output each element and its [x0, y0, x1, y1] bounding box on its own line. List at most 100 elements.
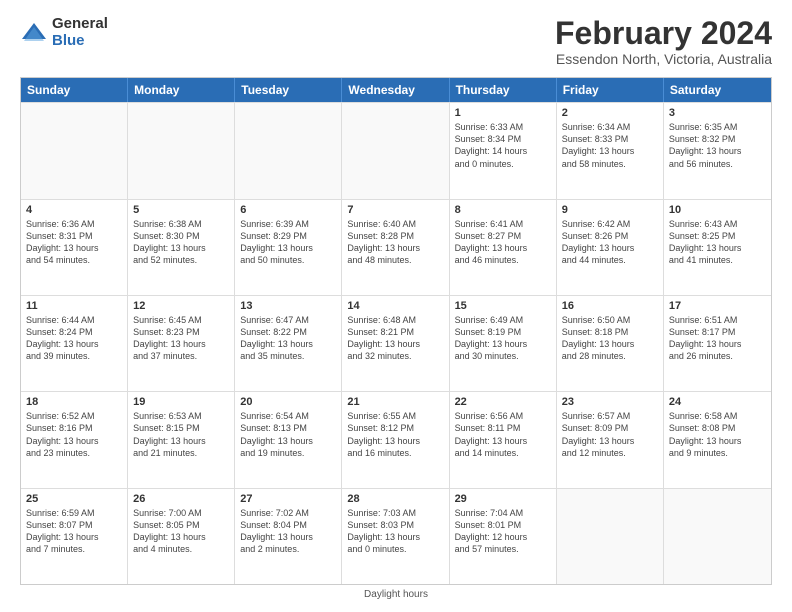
day-number: 3 [669, 107, 766, 119]
calendar: SundayMondayTuesdayWednesdayThursdayFrid… [20, 77, 772, 585]
day-detail: Sunrise: 6:55 AMSunset: 8:12 PMDaylight:… [347, 410, 443, 459]
day-number: 8 [455, 204, 551, 216]
day-number: 23 [562, 396, 658, 408]
calendar-cell: 28 Sunrise: 7:03 AMSunset: 8:03 PMDayligh… [342, 489, 449, 584]
calendar-cell: 12 Sunrise: 6:45 AMSunset: 8:23 PMDayligh… [128, 296, 235, 391]
calendar-cell: 22Sunrise: 6:56 AMSunset: 8:11 PMDayligh… [450, 392, 557, 487]
logo: General Blue [20, 16, 108, 49]
location-title: Essendon North, Victoria, Australia [555, 51, 772, 67]
calendar-cell: 7Sunrise: 6:40 AMSunset: 8:28 PMDaylight… [342, 200, 449, 295]
calendar-cell: 27 Sunrise: 7:02 AMSunset: 8:04 PMDayligh… [235, 489, 342, 584]
calendar-cell: 8 Sunrise: 6:41 AMSunset: 8:27 PMDaylight… [450, 200, 557, 295]
day-detail: Sunrise: 6:45 AMSunset: 8:23 PMDaylight:… [133, 314, 229, 363]
day-number: 22 [455, 396, 551, 408]
day-detail: Sunrise: 6:59 AMSunset: 8:07 PMDaylight:… [26, 507, 122, 556]
day-number: 5 [133, 204, 229, 216]
title-block: February 2024 Essendon North, Victoria, … [555, 16, 772, 67]
calendar-cell: 13Sunrise: 6:47 AMSunset: 8:22 PMDayligh… [235, 296, 342, 391]
day-number: 12 [133, 300, 229, 312]
calendar-cell: 11 Sunrise: 6:44 AMSunset: 8:24 PMDayligh… [21, 296, 128, 391]
logo-blue: Blue [52, 33, 108, 50]
calendar-cell: 6 Sunrise: 6:39 AMSunset: 8:29 PMDaylight… [235, 200, 342, 295]
day-number: 16 [562, 300, 658, 312]
day-detail: Sunrise: 7:04 AMSunset: 8:01 PMDaylight:… [455, 507, 551, 556]
day-detail: Sunrise: 6:51 AMSunset: 8:17 PMDaylight:… [669, 314, 766, 363]
calendar-cell: 5 Sunrise: 6:38 AMSunset: 8:30 PMDaylight… [128, 200, 235, 295]
calendar-cell: 15Sunrise: 6:49 AMSunset: 8:19 PMDayligh… [450, 296, 557, 391]
day-detail: Sunrise: 6:48 AMSunset: 8:21 PMDaylight:… [347, 314, 443, 363]
day-detail: Sunrise: 6:41 AMSunset: 8:27 PMDaylight:… [455, 218, 551, 267]
calendar-cell: 1Sunrise: 6:33 AMSunset: 8:34 PMDaylight… [450, 103, 557, 198]
day-detail: Sunrise: 6:57 AMSunset: 8:09 PMDaylight:… [562, 410, 658, 459]
calendar-cell: 24Sunrise: 6:58 AMSunset: 8:08 PMDayligh… [664, 392, 771, 487]
calendar-row-1: 1Sunrise: 6:33 AMSunset: 8:34 PMDaylight… [21, 102, 771, 198]
day-detail: Sunrise: 6:42 AMSunset: 8:26 PMDaylight:… [562, 218, 658, 267]
day-number: 6 [240, 204, 336, 216]
day-number: 2 [562, 107, 658, 119]
calendar-cell: 17 Sunrise: 6:51 AMSunset: 8:17 PMDayligh… [664, 296, 771, 391]
day-detail: Sunrise: 6:54 AMSunset: 8:13 PMDaylight:… [240, 410, 336, 459]
calendar-cell: 14 Sunrise: 6:48 AMSunset: 8:21 PMDayligh… [342, 296, 449, 391]
calendar-cell: 10 Sunrise: 6:43 AMSunset: 8:25 PMDayligh… [664, 200, 771, 295]
day-detail: Sunrise: 6:35 AMSunset: 8:32 PMDaylight:… [669, 121, 766, 170]
calendar-page: General Blue February 2024 Essendon Nort… [0, 0, 792, 612]
day-detail: Sunrise: 6:39 AMSunset: 8:29 PMDaylight:… [240, 218, 336, 267]
day-number: 25 [26, 493, 122, 505]
calendar-cell: 18 Sunrise: 6:52 AMSunset: 8:16 PMDayligh… [21, 392, 128, 487]
calendar-cell: 23 Sunrise: 6:57 AMSunset: 8:09 PMDayligh… [557, 392, 664, 487]
day-detail: Sunrise: 7:03 AMSunset: 8:03 PMDaylight:… [347, 507, 443, 556]
day-detail: Sunrise: 6:33 AMSunset: 8:34 PMDaylight:… [455, 121, 551, 170]
day-detail: Sunrise: 7:00 AMSunset: 8:05 PMDaylight:… [133, 507, 229, 556]
day-header-tuesday: Tuesday [235, 78, 342, 102]
logo-general: General [52, 16, 108, 33]
calendar-row-4: 18 Sunrise: 6:52 AMSunset: 8:16 PMDayligh… [21, 391, 771, 487]
day-number: 13 [240, 300, 336, 312]
calendar-cell [21, 103, 128, 198]
calendar-cell: 16 Sunrise: 6:50 AMSunset: 8:18 PMDayligh… [557, 296, 664, 391]
day-detail: Sunrise: 6:40 AMSunset: 8:28 PMDaylight:… [347, 218, 443, 267]
calendar-row-2: 4Sunrise: 6:36 AMSunset: 8:31 PMDaylight… [21, 199, 771, 295]
day-detail: Sunrise: 6:49 AMSunset: 8:19 PMDaylight:… [455, 314, 551, 363]
day-header-sunday: Sunday [21, 78, 128, 102]
day-detail: Sunrise: 7:02 AMSunset: 8:04 PMDaylight:… [240, 507, 336, 556]
day-detail: Sunrise: 6:52 AMSunset: 8:16 PMDaylight:… [26, 410, 122, 459]
calendar-cell [342, 103, 449, 198]
calendar-cell: 9Sunrise: 6:42 AMSunset: 8:26 PMDaylight… [557, 200, 664, 295]
calendar-cell: 25 Sunrise: 6:59 AMSunset: 8:07 PMDayligh… [21, 489, 128, 584]
day-number: 17 [669, 300, 766, 312]
day-detail: Sunrise: 6:34 AMSunset: 8:33 PMDaylight:… [562, 121, 658, 170]
day-header-wednesday: Wednesday [342, 78, 449, 102]
calendar-cell [664, 489, 771, 584]
calendar-cell: 29 Sunrise: 7:04 AMSunset: 8:01 PMDayligh… [450, 489, 557, 584]
day-detail: Sunrise: 6:43 AMSunset: 8:25 PMDaylight:… [669, 218, 766, 267]
calendar-cell: 20 Sunrise: 6:54 AMSunset: 8:13 PMDayligh… [235, 392, 342, 487]
day-detail: Sunrise: 6:44 AMSunset: 8:24 PMDaylight:… [26, 314, 122, 363]
day-number: 24 [669, 396, 766, 408]
calendar-cell: 3 Sunrise: 6:35 AMSunset: 8:32 PMDaylight… [664, 103, 771, 198]
day-detail: Sunrise: 6:38 AMSunset: 8:30 PMDaylight:… [133, 218, 229, 267]
calendar-row-3: 11 Sunrise: 6:44 AMSunset: 8:24 PMDayligh… [21, 295, 771, 391]
logo-icon [20, 19, 48, 47]
calendar-cell: 2 Sunrise: 6:34 AMSunset: 8:33 PMDaylight… [557, 103, 664, 198]
day-detail: Sunrise: 6:50 AMSunset: 8:18 PMDaylight:… [562, 314, 658, 363]
day-number: 11 [26, 300, 122, 312]
calendar-cell [235, 103, 342, 198]
day-number: 14 [347, 300, 443, 312]
day-number: 27 [240, 493, 336, 505]
day-number: 29 [455, 493, 551, 505]
footer-note: Daylight hours [20, 589, 772, 600]
day-number: 28 [347, 493, 443, 505]
day-number: 20 [240, 396, 336, 408]
calendar-body: 1Sunrise: 6:33 AMSunset: 8:34 PMDaylight… [21, 102, 771, 584]
calendar-cell: 4Sunrise: 6:36 AMSunset: 8:31 PMDaylight… [21, 200, 128, 295]
day-number: 19 [133, 396, 229, 408]
month-title: February 2024 [555, 16, 772, 51]
day-number: 10 [669, 204, 766, 216]
day-detail: Sunrise: 6:53 AMSunset: 8:15 PMDaylight:… [133, 410, 229, 459]
calendar-row-5: 25 Sunrise: 6:59 AMSunset: 8:07 PMDayligh… [21, 488, 771, 584]
calendar-cell: 21Sunrise: 6:55 AMSunset: 8:12 PMDayligh… [342, 392, 449, 487]
day-number: 18 [26, 396, 122, 408]
calendar-cell: 26Sunrise: 7:00 AMSunset: 8:05 PMDayligh… [128, 489, 235, 584]
calendar-cell: 19 Sunrise: 6:53 AMSunset: 8:15 PMDayligh… [128, 392, 235, 487]
day-header-saturday: Saturday [664, 78, 771, 102]
